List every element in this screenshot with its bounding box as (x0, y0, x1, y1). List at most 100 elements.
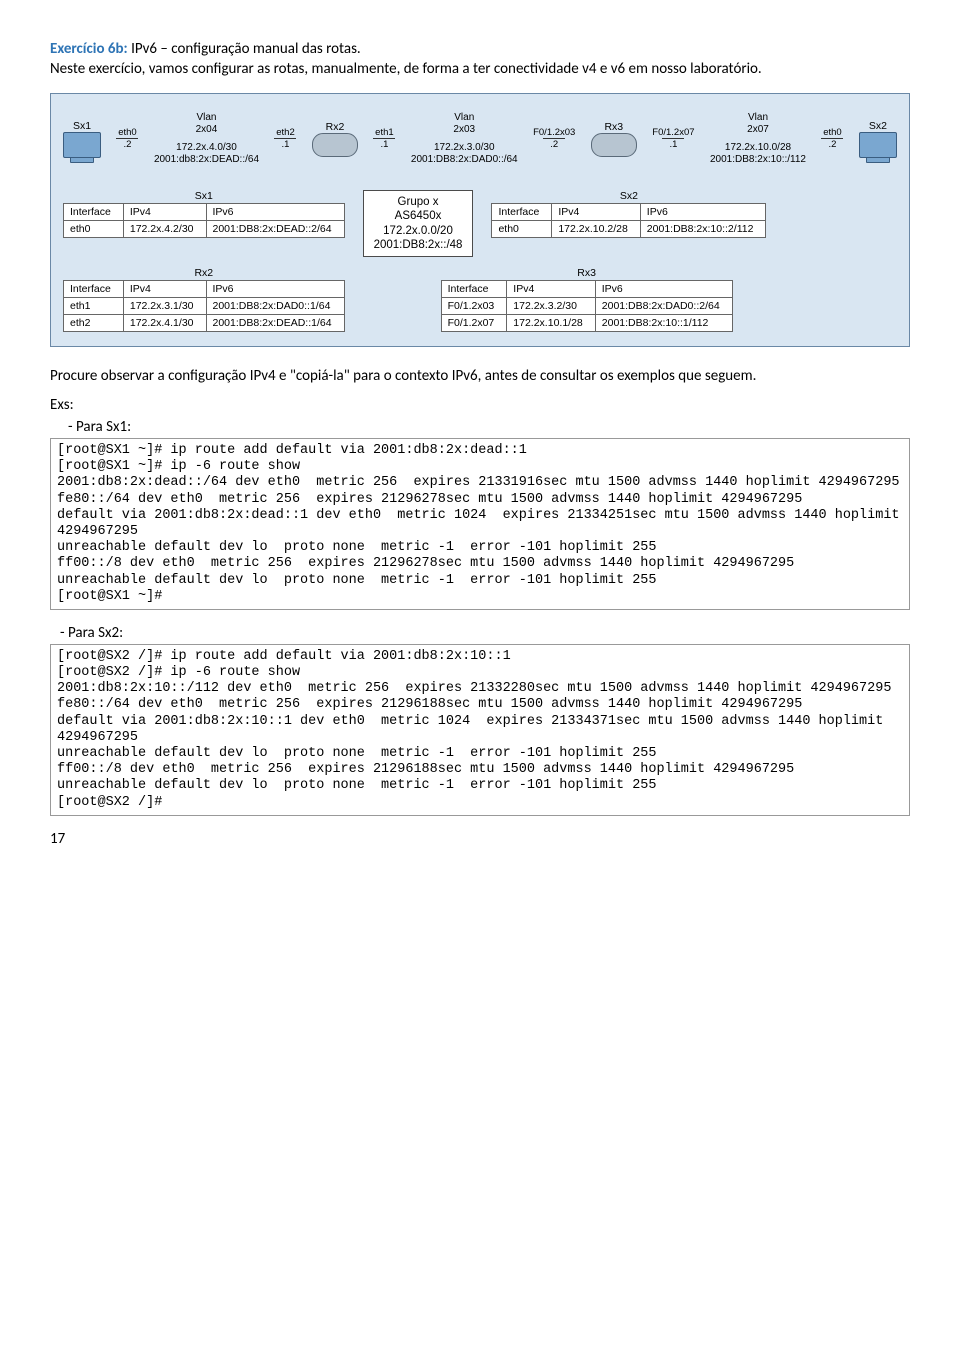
vlan-id: 2x07 (747, 124, 769, 136)
title-rest: IPv6 – configuração manual das rotas. (128, 40, 361, 58)
th: IPv6 (206, 203, 344, 220)
td: eth0 (64, 220, 124, 237)
page-title: Exercício 6b: IPv6 – configuração manual… (50, 40, 910, 58)
exs-label: Exs: (50, 396, 910, 414)
wire-rx3-left: F0/1.2x03 .2 (533, 127, 575, 150)
th: IPv4 (123, 203, 206, 220)
vlan-net6: 2001:DB8:2x:10::/112 (710, 154, 806, 166)
td: 172.2x.4.1/30 (123, 315, 206, 332)
td: eth2 (64, 315, 124, 332)
device-rx3: Rx3 (591, 121, 637, 157)
th: Interface (441, 281, 507, 298)
td: 172.2x.3.1/30 (123, 298, 206, 315)
router-icon (312, 133, 358, 157)
vlan-net6: 2001:DB8:2x:DAD0::/64 (411, 154, 518, 166)
caption: Rx2 (63, 267, 345, 280)
router-icon (591, 133, 637, 157)
paragraph-observe: Procure observar a configuração IPv4 e "… (50, 367, 910, 386)
rx2-rightnum: .1 (380, 139, 388, 150)
tables-row-1: Sx1 InterfaceIPv4IPv6 eth0172.2x.4.2/302… (63, 190, 897, 258)
intro-text: Neste exercício, vamos configurar as rot… (50, 60, 910, 79)
codebox-sx1: [root@SX1 ~]# ip route add default via 2… (50, 438, 910, 610)
caption: Sx2 (491, 190, 766, 203)
td: 2001:DB8:2x:DAD0::2/64 (595, 298, 732, 315)
th: IPv6 (640, 203, 766, 220)
caption: Sx1 (63, 190, 345, 203)
device-sx1: Sx1 (63, 120, 101, 158)
td: 172.2x.10.1/28 (507, 315, 595, 332)
pc-icon (63, 132, 101, 158)
wire-rx3-right: F0/1.2x07 .1 (652, 127, 694, 150)
th: IPv4 (123, 281, 206, 298)
group-line: 172.2x.0.0/20 (374, 224, 463, 238)
th: IPv4 (507, 281, 595, 298)
table-rx3: Rx3 InterfaceIPv4IPv6 F0/1.2x03172.2x.3.… (441, 267, 733, 332)
vlan-net4: 172.2x.4.0/30 (176, 142, 237, 154)
topology-row: Sx1 eth0 .2 Vlan 2x04 172.2x.4.0/30 2001… (63, 112, 897, 166)
pc-icon (859, 132, 897, 158)
rx3-rightnum: .1 (669, 139, 677, 150)
vlan-label: Vlan (196, 112, 216, 124)
page-number: 17 (50, 830, 910, 848)
th: Interface (64, 203, 124, 220)
group-box: Grupo x AS6450x 172.2x.0.0/20 2001:DB8:2… (363, 190, 474, 258)
device-sx2: Sx2 (859, 120, 897, 158)
rx2-leftport: eth2 (276, 127, 295, 138)
rx2-rightport: eth1 (375, 127, 394, 138)
sx1-name: Sx1 (73, 120, 91, 132)
rx3-leftport: F0/1.2x03 (533, 127, 575, 138)
td: 172.2x.4.2/30 (123, 220, 206, 237)
codebox-sx2: [root@SX2 /]# ip route add default via 2… (50, 644, 910, 816)
td: 2001:DB8:2x:10::2/112 (640, 220, 766, 237)
td: eth1 (64, 298, 124, 315)
vlan-2x07: Vlan 2x07 172.2x.10.0/28 2001:DB8:2x:10:… (710, 112, 806, 166)
vlan-id: 2x04 (196, 124, 218, 136)
sx2-portnum: .2 (829, 139, 837, 150)
wire-rx2-left: eth2 .1 (274, 127, 296, 150)
sx2-label: - Para Sx2: (60, 624, 910, 642)
rx2-leftnum: .1 (282, 139, 290, 150)
wire-sx2: eth0 .2 (821, 127, 843, 150)
vlan-net6: 2001:db8:2x:DEAD::/64 (154, 154, 259, 166)
vlan-id: 2x03 (453, 124, 475, 136)
sx1-port: eth0 (118, 127, 137, 138)
td: 2001:DB8:2x:DAD0::1/64 (206, 298, 344, 315)
group-line: Grupo x (374, 195, 463, 209)
vlan-2x04: Vlan 2x04 172.2x.4.0/30 2001:db8:2x:DEAD… (154, 112, 259, 166)
sx1-portnum: .2 (124, 139, 132, 150)
group-line: 2001:DB8:2x::/48 (374, 238, 463, 252)
table-rx2: Rx2 InterfaceIPv4IPv6 eth1172.2x.3.1/302… (63, 267, 345, 332)
vlan-net4: 172.2x.10.0/28 (725, 142, 791, 154)
caption: Rx3 (441, 267, 733, 280)
rx3-rightport: F0/1.2x07 (652, 127, 694, 138)
td: 2001:DB8:2x:10::1/112 (595, 315, 732, 332)
td: 2001:DB8:2x:DEAD::2/64 (206, 220, 344, 237)
sx1-label: - Para Sx1: (68, 418, 910, 436)
th: IPv4 (552, 203, 640, 220)
rx3-name: Rx3 (604, 121, 623, 133)
th: IPv6 (595, 281, 732, 298)
vlan-net4: 172.2x.3.0/30 (434, 142, 495, 154)
vlan-label: Vlan (748, 112, 768, 124)
sx2-port: eth0 (823, 127, 842, 138)
td: eth0 (492, 220, 552, 237)
table-sx2: Sx2 InterfaceIPv4IPv6 eth0172.2x.10.2/28… (491, 190, 766, 238)
td: F0/1.2x07 (441, 315, 507, 332)
group-line: AS6450x (374, 209, 463, 223)
vlan-label: Vlan (454, 112, 474, 124)
td: F0/1.2x03 (441, 298, 507, 315)
vlan-2x03: Vlan 2x03 172.2x.3.0/30 2001:DB8:2x:DAD0… (411, 112, 518, 166)
sx2-name: Sx2 (869, 120, 887, 132)
title-prefix: Exercício 6b: (50, 40, 128, 58)
table-sx1: Sx1 InterfaceIPv4IPv6 eth0172.2x.4.2/302… (63, 190, 345, 238)
th: Interface (64, 281, 124, 298)
network-diagram: Sx1 eth0 .2 Vlan 2x04 172.2x.4.0/30 2001… (50, 93, 910, 348)
td: 172.2x.3.2/30 (507, 298, 595, 315)
wire-sx1: eth0 .2 (116, 127, 138, 150)
th: Interface (492, 203, 552, 220)
td: 172.2x.10.2/28 (552, 220, 640, 237)
th: IPv6 (206, 281, 344, 298)
wire-rx2-right: eth1 .1 (373, 127, 395, 150)
rx2-name: Rx2 (326, 121, 345, 133)
tables-row-2: Rx2 InterfaceIPv4IPv6 eth1172.2x.3.1/302… (63, 267, 897, 332)
